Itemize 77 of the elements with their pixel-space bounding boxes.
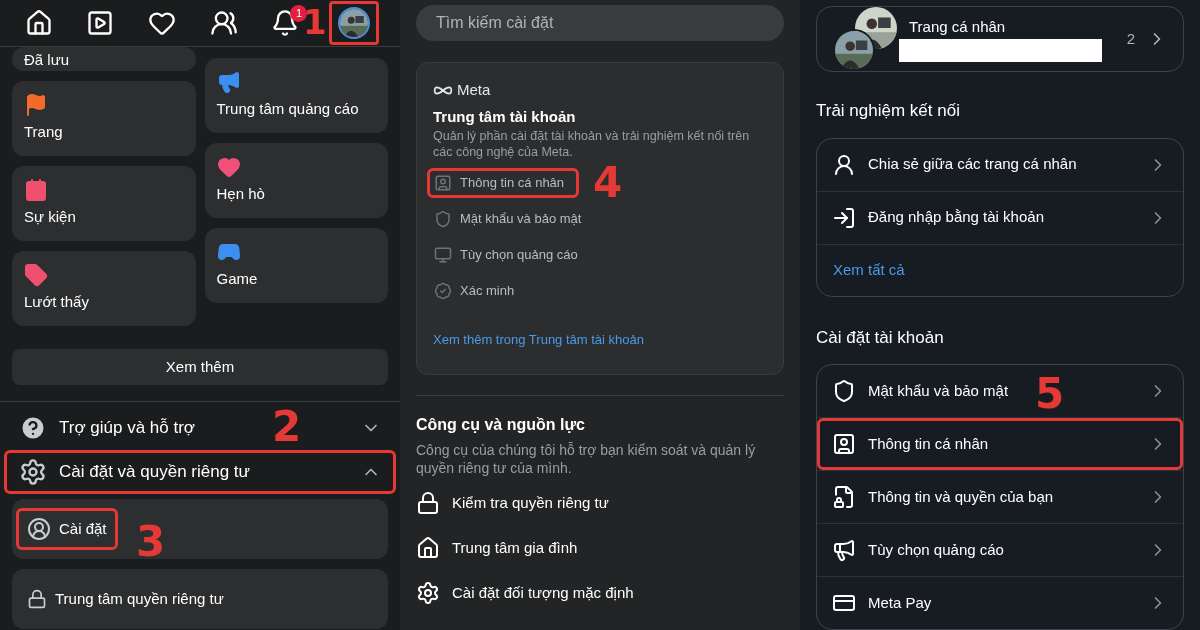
step-number: 4 [593,162,623,204]
house-icon [416,536,440,560]
shortcut-label: Sự kiện [24,207,77,227]
card-title: Trung tâm tài khoản [433,106,577,127]
step-number: 5 [1035,373,1065,415]
shortcut-label: Trung tâm quảng cáo [216,99,360,119]
profile-button[interactable] [329,1,380,45]
see-all-link[interactable]: Xem tất cả [833,258,905,282]
notification-badge: 1 [290,5,308,22]
account-item[interactable]: Mật khẩu và bảo mật [427,204,589,234]
section-heading: Trải nghiệm kết nối [816,100,961,122]
step-number: 3 [136,521,166,563]
id-card-icon [832,432,856,456]
shortcut-card[interactable]: Hẹn hò [204,143,388,218]
settings-row[interactable]: Thông tin cá nhân [817,418,1183,470]
shortcut-label: Hẹn hò [216,184,266,204]
megaphone-icon [216,70,241,94]
shortcut-card[interactable]: Sự kiện [12,166,196,241]
account-item[interactable]: Thông tin cá nhân [427,168,580,198]
flag-icon [24,93,48,117]
tool-item[interactable]: Kiểm tra quyền riêng tư [416,480,784,526]
meta-brand: Meta [457,80,491,100]
shortcut-card[interactable]: Game [204,228,388,303]
shortcut-label: Game [216,269,259,289]
login-icon [832,205,856,230]
account-item[interactable]: Tùy chọn quảng cáo [427,240,585,270]
lock-icon [27,589,47,609]
bell-icon [271,9,300,37]
shortcut-card[interactable]: Lướt thấy [12,251,196,326]
heart-icon [216,155,241,179]
megaphone-icon [832,538,856,562]
help-icon [19,414,47,442]
settings-row[interactable]: Tùy chọn quảng cáo [817,524,1183,576]
profile-card[interactable]: Trang cá nhân 2 [816,6,1184,72]
settings-row[interactable]: Meta Pay [817,577,1183,629]
settings-icon [416,581,440,605]
section-description: Công cụ của chúng tôi hỗ trợ bạn kiểm soát và quản lý quyền riêng tư của mình. [416,440,757,477]
lock-icon [416,491,440,515]
settings-icon [19,458,47,486]
submenu-item[interactable]: Cài đặt [16,508,118,550]
settings-row[interactable]: Thông tin và quyền của bạn [817,471,1183,523]
profile-count: 2 [1126,28,1135,49]
shortcut-label: Đã lưu [24,52,70,67]
section-heading: Cài đặt tài khoản [816,326,945,349]
menu-row[interactable]: Cài đặt và quyền riêng tư [4,450,396,494]
settings-row[interactable]: Chia sẻ giữa các trang cá nhân [817,138,1183,191]
search-field[interactable]: Tìm kiếm cài đặt [416,5,784,41]
tag-icon [24,263,48,287]
file-lock-icon [832,485,856,509]
tool-item[interactable]: Cài đặt đối tượng mặc định [416,570,784,616]
monitor-icon [434,246,452,264]
settings-row[interactable]: Đăng nhập bằng tài khoản [817,191,1183,244]
accounts-center-link[interactable]: Xem thêm trong Trung tâm tài khoản [433,330,767,350]
account-item[interactable]: Xác minh [427,276,522,306]
heart-icon [148,9,177,37]
step-number: 2 [272,406,302,448]
card-description: Quản lý phần cài đặt tài khoản và trải nghiệm kết nối trên các công nghệ của Meta. [433,128,751,160]
meta-logo-icon [433,84,453,96]
shield-icon [434,210,452,228]
home-icon [24,9,53,37]
submenu-item[interactable]: Trung tâm quyền riêng tư [16,578,235,620]
shortcut-label: Lướt thấy [24,292,90,312]
calendar-icon [24,178,48,202]
id-card-icon [434,174,452,192]
groups-icon [209,9,238,37]
profile-label: Trang cá nhân [909,17,1007,38]
shield-icon [832,379,856,403]
see-more-button[interactable]: Xem thêm [12,349,388,385]
video-icon [86,9,115,37]
shortcut-card[interactable]: Trang [12,81,196,156]
shortcut-card[interactable]: Đã lưu [12,47,196,71]
shortcut-card[interactable]: Trung tâm quảng cáo [204,58,388,133]
section-heading: Công cụ và nguồn lực [416,414,586,435]
shortcut-label: Trang [24,122,64,142]
badge-check-icon [434,282,452,300]
tool-item[interactable]: Trung tâm gia đình [416,525,784,571]
user-icon [27,517,51,541]
